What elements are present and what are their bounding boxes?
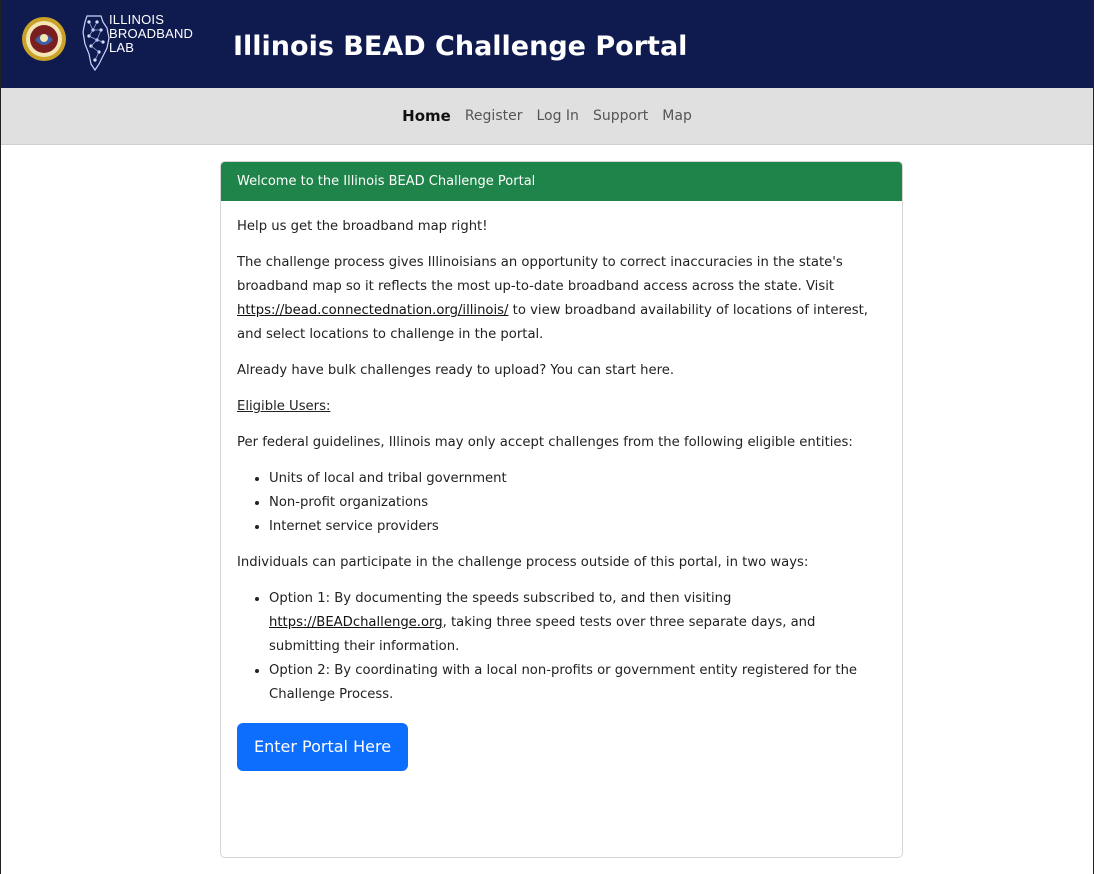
beadchallenge-link[interactable]: https://BEADchallenge.org (269, 615, 443, 630)
option-2: Option 2: By coordinating with a local n… (269, 659, 886, 707)
individuals-text: Individuals can participate in the chall… (237, 555, 809, 570)
site-title: Illinois BEAD Challenge Portal (233, 31, 688, 62)
card-body: Help us get the broadband map right! The… (221, 201, 902, 771)
nav-register[interactable]: Register (458, 106, 530, 126)
eligible-users-heading: Eligible Users: (237, 399, 331, 414)
main-nav: Home Register Log In Support Map (1, 88, 1093, 145)
nav-home[interactable]: Home (395, 106, 458, 126)
site-header: ILLINOIS BROADBAND LAB Illinois BEAD Cha… (1, 0, 1093, 88)
nav-login[interactable]: Log In (529, 106, 585, 126)
nav-support[interactable]: Support (586, 106, 655, 126)
intro-text: Help us get the broadband map right! (237, 219, 488, 234)
page: ILLINOIS BROADBAND LAB Illinois BEAD Cha… (0, 0, 1094, 874)
lab-name-line: ILLINOIS (109, 12, 165, 27)
lab-name: ILLINOIS BROADBAND LAB (109, 13, 193, 55)
challenge-description-text: The challenge process gives Illinoisians… (237, 255, 843, 294)
list-item: Non-profit organizations (269, 491, 886, 515)
state-seal-icon (22, 17, 66, 61)
card-header: Welcome to the Illinois BEAD Challenge P… (221, 162, 902, 201)
eligible-entities-list: Units of local and tribal government Non… (237, 467, 886, 539)
connectednation-link[interactable]: https://bead.connectednation.org/illinoi… (237, 303, 508, 318)
list-item: Units of local and tribal government (269, 467, 886, 491)
list-item: Internet service providers (269, 515, 886, 539)
enter-portal-button[interactable]: Enter Portal Here (237, 723, 409, 771)
bulk-upload-text: Already have bulk challenges ready to up… (237, 363, 675, 378)
welcome-card: Welcome to the Illinois BEAD Challenge P… (220, 161, 903, 858)
challenge-description: The challenge process gives Illinoisians… (237, 251, 886, 347)
participation-options-list: Option 1: By documenting the speeds subs… (237, 587, 886, 707)
option-1-text: Option 1: By documenting the speeds subs… (269, 591, 732, 606)
lab-name-line: BROADBAND (109, 26, 194, 41)
option-1: Option 1: By documenting the speeds subs… (269, 587, 886, 659)
nav-map[interactable]: Map (655, 106, 699, 126)
federal-guidelines-text: Per federal guidelines, Illinois may onl… (237, 435, 853, 450)
lab-name-line: LAB (109, 40, 135, 55)
